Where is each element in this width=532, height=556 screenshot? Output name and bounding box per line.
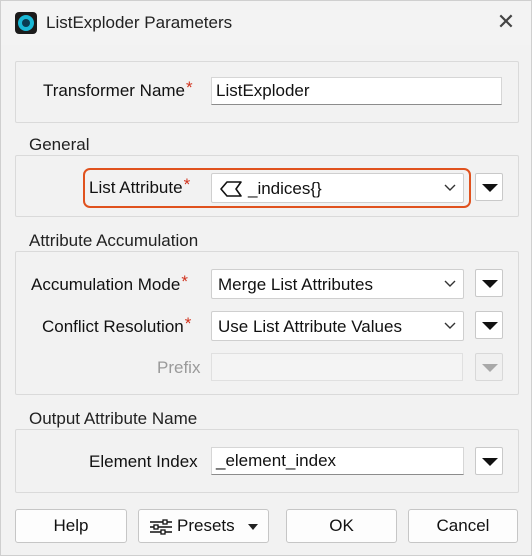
conflict-resolution-label: Conflict Resolution* bbox=[42, 314, 192, 337]
title-bar: ListExploder Parameters ✕ bbox=[1, 1, 531, 45]
sliders-icon bbox=[150, 519, 172, 535]
accumulation-mode-menu-button[interactable] bbox=[475, 269, 503, 297]
transformer-name-label-text: Transformer Name bbox=[43, 81, 186, 100]
accumulation-mode-combo[interactable]: Merge List Attributes bbox=[211, 269, 464, 299]
list-attribute-highlight bbox=[83, 168, 471, 208]
app-icon-core bbox=[22, 19, 30, 27]
required-marker: * bbox=[181, 272, 188, 291]
accumulation-mode-value: Merge List Attributes bbox=[218, 275, 373, 294]
accumulation-section-title: Attribute Accumulation bbox=[29, 231, 199, 250]
menu-triangle-icon bbox=[482, 322, 498, 330]
transformer-name-label: Transformer Name* bbox=[43, 78, 193, 101]
presets-label: Presets bbox=[177, 516, 235, 535]
chevron-down-icon bbox=[444, 322, 456, 329]
close-button[interactable]: ✕ bbox=[493, 9, 519, 35]
accumulation-mode-label: Accumulation Mode* bbox=[31, 272, 188, 295]
required-marker: * bbox=[186, 78, 193, 97]
help-button[interactable]: Help bbox=[15, 509, 127, 543]
general-section-title: General bbox=[29, 135, 90, 154]
conflict-resolution-value: Use List Attribute Values bbox=[218, 317, 402, 336]
presets-button[interactable]: Presets bbox=[138, 509, 269, 543]
close-icon: ✕ bbox=[496, 9, 516, 34]
prefix-input bbox=[211, 353, 463, 381]
caret-down-icon bbox=[248, 524, 258, 530]
menu-triangle-icon bbox=[482, 364, 498, 372]
ok-button[interactable]: OK bbox=[286, 509, 397, 543]
element-index-label: Element Index bbox=[89, 452, 198, 471]
element-index-input[interactable]: _element_index bbox=[211, 447, 464, 475]
prefix-label: Prefix bbox=[157, 358, 201, 377]
menu-triangle-icon bbox=[482, 280, 498, 288]
transformer-name-input[interactable]: ListExploder bbox=[211, 77, 502, 105]
output-section-title: Output Attribute Name bbox=[29, 409, 198, 428]
conflict-resolution-menu-button[interactable] bbox=[475, 311, 503, 339]
app-icon bbox=[15, 12, 37, 34]
dialog-window: ListExploder Parameters ✕ Transformer Na… bbox=[0, 0, 532, 556]
conflict-resolution-combo[interactable]: Use List Attribute Values bbox=[211, 311, 464, 341]
window-title: ListExploder Parameters bbox=[46, 13, 233, 32]
chevron-down-icon bbox=[444, 280, 456, 287]
prefix-menu-button bbox=[475, 353, 503, 381]
accumulation-mode-label-text: Accumulation Mode bbox=[31, 275, 181, 294]
cancel-button[interactable]: Cancel bbox=[408, 509, 518, 543]
conflict-resolution-label-text: Conflict Resolution bbox=[42, 317, 184, 336]
list-attribute-menu-button[interactable] bbox=[475, 173, 503, 201]
element-index-menu-button[interactable] bbox=[475, 447, 503, 475]
menu-triangle-icon bbox=[482, 184, 498, 192]
required-marker: * bbox=[184, 314, 192, 333]
menu-triangle-icon bbox=[482, 458, 498, 466]
